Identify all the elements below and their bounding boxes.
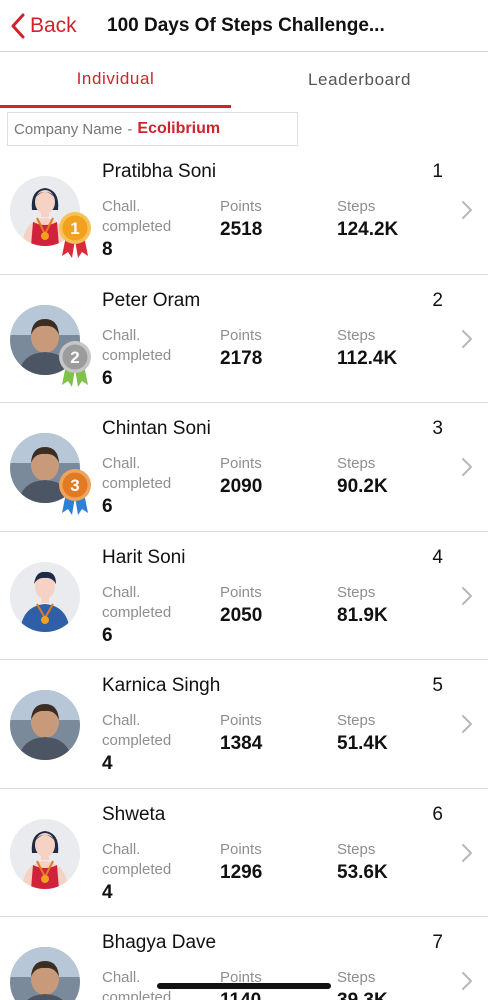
steps-label: Steps <box>337 198 376 215</box>
points-label: Points <box>220 455 262 472</box>
points-value: 2178 <box>220 347 263 369</box>
participant-name: Harit Soni <box>102 546 186 568</box>
chevron-right-icon <box>461 199 473 221</box>
chall-value: 6 <box>102 496 113 517</box>
steps-value: 112.4K <box>337 347 398 369</box>
participant-rank: 1 <box>432 161 443 182</box>
points-value: 1296 <box>220 861 263 883</box>
chevron-left-icon <box>11 13 25 39</box>
chall-label: Chall. completed <box>102 455 172 492</box>
participant-list: 1 Pratibha Soni 1 Chall. completed 8 Poi… <box>0 146 488 1000</box>
points-label: Points <box>220 583 262 601</box>
points-value: 2050 <box>220 604 263 626</box>
points-value: 2518 <box>220 219 263 240</box>
company-value: Ecolibrium <box>137 120 221 137</box>
avatar <box>10 818 80 889</box>
steps-value: 81.9K <box>337 604 388 626</box>
leaderboard-row[interactable]: Karnica Singh 5 Chall. completed 4 Point… <box>0 660 488 789</box>
chall-label: Chall. completed <box>102 583 172 621</box>
steps-value: 124.2K <box>337 219 399 240</box>
steps-label: Steps <box>337 969 376 986</box>
participant-name: Chintan Soni <box>102 418 211 439</box>
back-label: Back <box>30 14 77 37</box>
points-value: 1384 <box>220 733 263 754</box>
chevron-right-icon <box>461 456 473 478</box>
participant-name: Peter Oram <box>102 289 201 311</box>
tab-bar: Individual Leaderboard <box>0 52 488 108</box>
participant-name: Bhagya Dave <box>102 932 217 953</box>
silver-medal-icon: 2 <box>57 339 93 389</box>
chevron-right-icon <box>461 842 473 864</box>
points-value: 2090 <box>220 476 263 497</box>
back-button[interactable]: Back <box>10 12 77 40</box>
steps-label: Steps <box>337 455 376 472</box>
chall-label: Chall. completed <box>102 198 172 235</box>
participant-name: Karnica Singh <box>102 675 221 696</box>
home-indicator[interactable] <box>157 983 331 989</box>
chall-value: 8 <box>102 239 113 260</box>
tab-leaderboard[interactable]: Leaderboard <box>231 52 488 108</box>
steps-value: 90.2K <box>337 476 388 497</box>
svg-text:3: 3 <box>70 476 79 495</box>
points-label: Points <box>220 326 262 344</box>
chall-value: 6 <box>102 624 113 646</box>
points-label: Points <box>220 198 262 215</box>
svg-text:1: 1 <box>70 219 79 238</box>
avatar <box>10 947 80 1000</box>
participant-name: Shweta <box>102 803 166 825</box>
chevron-right-icon <box>461 970 473 992</box>
leaderboard-row[interactable]: 2 Peter Oram 2 Chall. completed 6 Points… <box>0 275 488 403</box>
page-title: 100 Days Of Steps Challenge... <box>107 15 385 36</box>
chevron-right-icon <box>461 585 473 607</box>
tab-individual[interactable]: Individual <box>0 52 231 108</box>
chall-value: 6 <box>102 367 113 389</box>
chall-value: 4 <box>102 753 113 774</box>
steps-label: Steps <box>337 840 376 858</box>
participant-rank: 2 <box>432 289 443 311</box>
company-label: Company Name <box>14 120 123 138</box>
chall-label: Chall. completed <box>102 712 172 749</box>
chall-label: Chall. completed <box>102 840 172 878</box>
chall-value: 4 <box>102 881 113 903</box>
participant-rank: 5 <box>432 675 443 696</box>
participant-rank: 3 <box>432 418 443 439</box>
top-bar: Back 100 Days Of Steps Challenge... <box>0 0 488 52</box>
points-value: 1140 <box>220 990 261 1000</box>
participant-rank: 4 <box>432 546 443 568</box>
participant-rank: 7 <box>432 932 443 953</box>
chevron-right-icon <box>461 713 473 735</box>
svg-text:2: 2 <box>70 348 79 367</box>
steps-value: 39.3K <box>337 990 388 1000</box>
chevron-right-icon <box>461 328 473 350</box>
leaderboard-row[interactable]: 1 Pratibha Soni 1 Chall. completed 8 Poi… <box>0 146 488 275</box>
gold-medal-icon: 1 <box>57 210 93 260</box>
steps-label: Steps <box>337 583 376 601</box>
chall-label: Chall. completed <box>102 326 172 364</box>
steps-label: Steps <box>337 326 376 344</box>
avatar <box>10 561 80 632</box>
leaderboard-row[interactable]: Shweta 6 Chall. completed 4 Points 1296 … <box>0 789 488 917</box>
company-name-field: Company Name - Ecolibrium <box>7 112 298 146</box>
participant-rank: 6 <box>432 803 443 825</box>
participant-name: Pratibha Soni <box>102 161 217 182</box>
bronze-medal-icon: 3 <box>57 467 93 517</box>
leaderboard-row[interactable]: 3 Chintan Soni 3 Chall. completed 6 Poin… <box>0 403 488 532</box>
steps-label: Steps <box>337 712 376 729</box>
points-label: Points <box>220 840 262 858</box>
company-separator: - <box>127 120 133 138</box>
points-label: Points <box>220 712 262 729</box>
steps-value: 53.6K <box>337 861 388 883</box>
avatar <box>10 690 80 760</box>
steps-value: 51.4K <box>337 733 388 754</box>
leaderboard-row[interactable]: Harit Soni 4 Chall. completed 6 Points 2… <box>0 532 488 660</box>
